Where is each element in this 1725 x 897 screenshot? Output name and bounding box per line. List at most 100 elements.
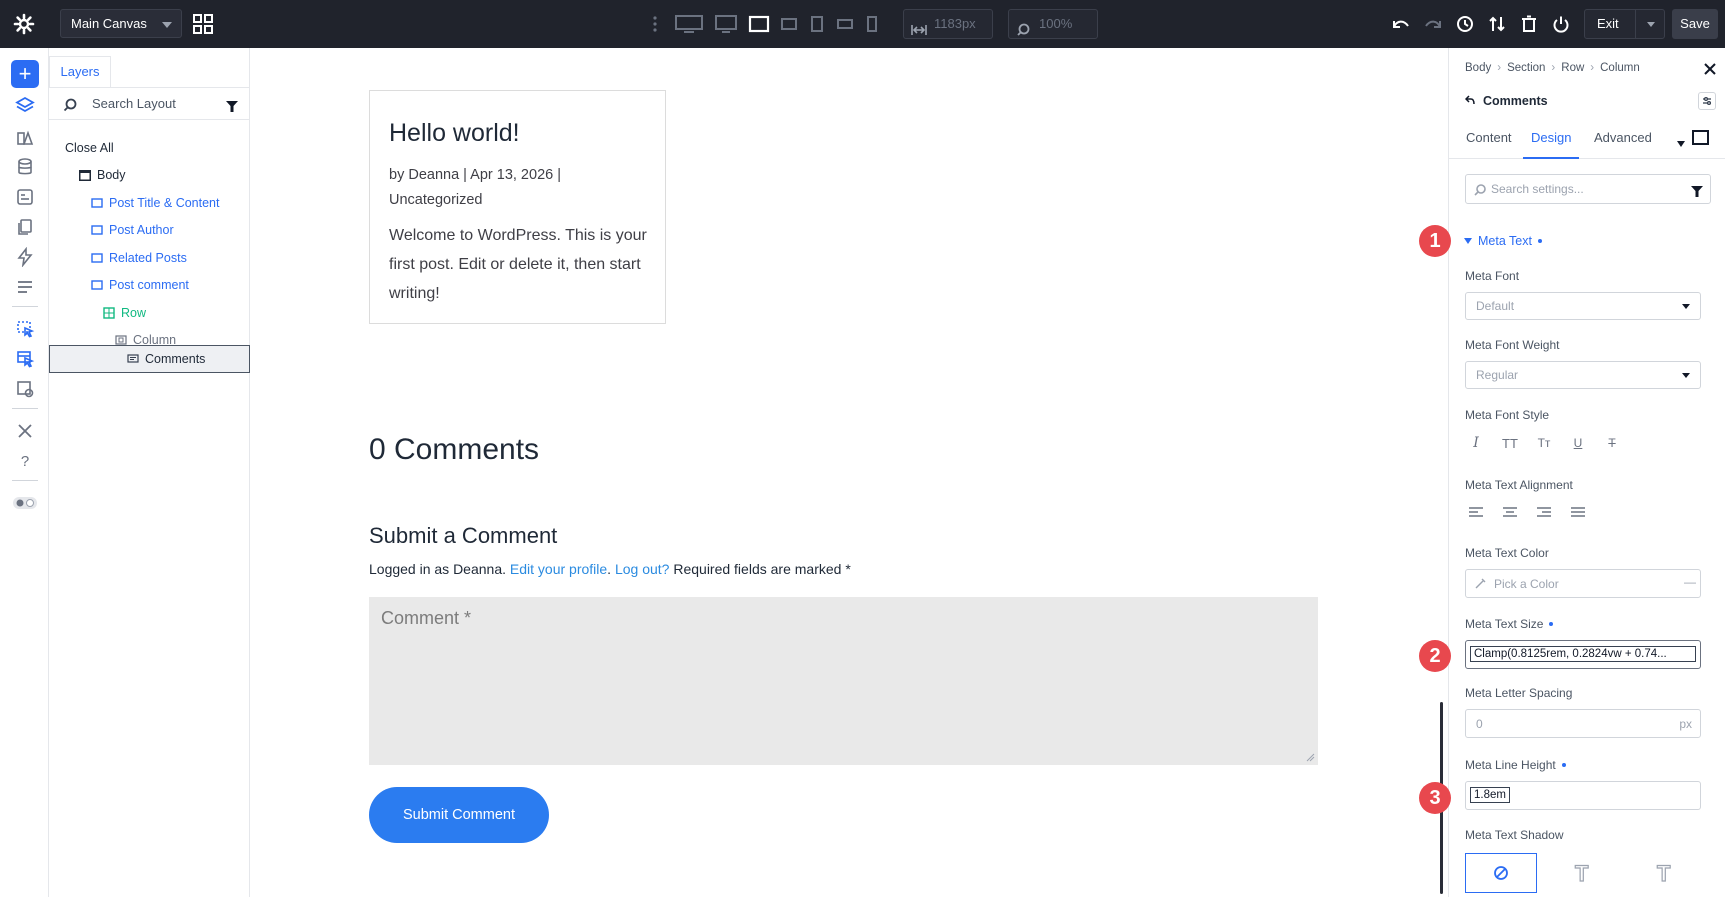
- tab-content[interactable]: Content: [1466, 118, 1512, 159]
- meta-font-select[interactable]: Default: [1465, 292, 1701, 320]
- preview-layout-icon[interactable]: [12, 376, 38, 402]
- history-clock-icon[interactable]: [1454, 12, 1476, 36]
- meta-font-weight-select[interactable]: Regular: [1465, 361, 1701, 389]
- layer-item-post-author[interactable]: Post Author: [91, 216, 174, 244]
- layer-item-row[interactable]: Row: [103, 299, 146, 327]
- logout-link[interactable]: Log out?: [615, 561, 670, 577]
- align-center-icon[interactable]: [1499, 501, 1521, 523]
- breadcrumb-item[interactable]: Row: [1561, 62, 1584, 74]
- zoom-field[interactable]: 100%: [1008, 9, 1098, 39]
- align-justify-icon[interactable]: [1567, 501, 1589, 523]
- layer-item-comments[interactable]: Comments: [127, 345, 205, 373]
- post-card[interactable]: Hello world! by Deanna | Apr 13, 2026 | …: [369, 90, 666, 324]
- meta-letter-spacing-input[interactable]: 0 px: [1465, 709, 1701, 738]
- settings-search-input[interactable]: Search settings...: [1465, 174, 1711, 204]
- layer-search-field[interactable]: Search Layout: [49, 88, 250, 120]
- lightning-icon[interactable]: [12, 244, 38, 270]
- trash-icon[interactable]: [1518, 12, 1540, 36]
- italic-icon[interactable]: I: [1465, 432, 1487, 454]
- sliders-icon[interactable]: [12, 274, 38, 300]
- left-icon-rail: + ?: [0, 48, 49, 897]
- sort-arrows-icon[interactable]: [1486, 12, 1508, 36]
- database-icon[interactable]: [12, 154, 38, 180]
- power-icon[interactable]: [1550, 12, 1572, 36]
- exit-button[interactable]: Exit: [1584, 9, 1665, 39]
- layer-item-body[interactable]: Body: [79, 161, 126, 189]
- canvas-preview: Hello world! by Deanna | Apr 13, 2026 | …: [250, 48, 1448, 897]
- shadow-preset-2[interactable]: T: [1629, 853, 1701, 893]
- clear-color-icon[interactable]: —: [1684, 575, 1696, 589]
- click-select-icon[interactable]: [12, 316, 38, 342]
- tablet-landscape-view-icon[interactable]: [780, 12, 798, 36]
- close-all-button[interactable]: Close All: [65, 134, 114, 162]
- canvas-width-field[interactable]: 1183px: [903, 9, 993, 39]
- grid-layout-icon[interactable]: [192, 13, 214, 35]
- template-icon[interactable]: [12, 184, 38, 210]
- save-button[interactable]: Save: [1672, 9, 1718, 39]
- layer-item-related-posts[interactable]: Related Posts: [91, 244, 187, 272]
- tab-layers[interactable]: Layers: [49, 56, 111, 88]
- phone-view-icon[interactable]: [866, 12, 878, 36]
- strikethrough-icon[interactable]: T: [1601, 432, 1623, 454]
- layer-label: Comments: [145, 352, 206, 366]
- tools-icon[interactable]: [12, 418, 38, 444]
- meta-text-group-toggle[interactable]: Meta Text: [1464, 234, 1542, 248]
- redo-icon[interactable]: [1422, 12, 1444, 36]
- uppercase-icon[interactable]: TT: [1499, 432, 1521, 454]
- underline-icon[interactable]: U: [1567, 432, 1589, 454]
- undo-icon[interactable]: [1390, 12, 1412, 36]
- meta-text-size-input[interactable]: Clamp(0.8125rem, 0.2824vw + 0.74...: [1465, 640, 1701, 669]
- post-title[interactable]: Hello world!: [389, 119, 520, 148]
- tab-design[interactable]: Design: [1523, 118, 1580, 159]
- meta-line-height-input[interactable]: 1.8em: [1465, 781, 1701, 810]
- add-element-button[interactable]: +: [11, 60, 39, 88]
- tablet-view-icon[interactable]: [810, 12, 824, 36]
- capitalize-icon[interactable]: Tт: [1533, 432, 1555, 454]
- layer-item-post-title-content[interactable]: Post Title & Content: [91, 189, 219, 217]
- canvas-select[interactable]: Main Canvas: [60, 9, 182, 38]
- panel-options-icon[interactable]: [1698, 92, 1716, 110]
- layer-item-post-comment[interactable]: Post comment: [91, 271, 189, 299]
- shadow-preset-1[interactable]: T: [1547, 853, 1619, 893]
- layer-label: Related Posts: [109, 251, 187, 265]
- modified-dot: [1561, 763, 1566, 767]
- resize-grip-icon[interactable]: [1306, 753, 1315, 762]
- chevron-down-icon: [1682, 373, 1690, 378]
- width-arrows-icon: [911, 18, 927, 46]
- meta-text-color-picker[interactable]: Pick a Color —: [1465, 569, 1701, 598]
- theme-builder-icon[interactable]: [12, 124, 38, 150]
- phone-landscape-view-icon[interactable]: [836, 12, 854, 36]
- help-icon[interactable]: ?: [12, 448, 38, 474]
- responsive-view-icon[interactable]: [1692, 130, 1709, 145]
- breadcrumb-item[interactable]: Column: [1600, 62, 1640, 74]
- wide-desktop-view-icon[interactable]: [674, 12, 704, 36]
- edit-profile-link[interactable]: Edit your profile: [510, 561, 607, 577]
- close-icon[interactable]: [1702, 61, 1718, 77]
- mode-toggle-icon[interactable]: [12, 490, 38, 516]
- exit-dropdown-icon[interactable]: [1647, 22, 1655, 27]
- filter-icon[interactable]: [1691, 184, 1703, 202]
- filter-icon[interactable]: [226, 99, 238, 117]
- meta-line-height-label-text: Meta Line Height: [1465, 758, 1556, 772]
- breadcrumb-item[interactable]: Section: [1507, 62, 1545, 74]
- multi-select-icon[interactable]: [12, 346, 38, 372]
- more-vertical-icon[interactable]: [650, 12, 660, 36]
- pages-icon[interactable]: [12, 214, 38, 240]
- desktop-view-icon[interactable]: [714, 12, 738, 36]
- font-style-buttons: I TT Tт U T: [1465, 432, 1623, 454]
- laptop-view-icon[interactable]: [748, 12, 770, 36]
- svg-text:T: T: [1575, 861, 1589, 885]
- layers-icon[interactable]: [12, 93, 38, 119]
- settings-gear-icon[interactable]: [12, 12, 36, 36]
- tab-advanced[interactable]: Advanced: [1594, 118, 1652, 159]
- submit-comment-button[interactable]: Submit Comment: [369, 787, 549, 843]
- shadow-none-option[interactable]: [1465, 853, 1537, 893]
- no-shadow-icon: [1494, 866, 1508, 880]
- comment-textarea[interactable]: Comment *: [369, 597, 1318, 765]
- align-left-icon[interactable]: [1465, 501, 1487, 523]
- layer-search-placeholder: Search Layout: [92, 96, 176, 111]
- tabs-dropdown-icon[interactable]: [1677, 134, 1685, 152]
- module-title[interactable]: Comments: [1464, 94, 1548, 108]
- align-right-icon[interactable]: [1533, 501, 1555, 523]
- breadcrumb-item[interactable]: Body: [1465, 62, 1491, 74]
